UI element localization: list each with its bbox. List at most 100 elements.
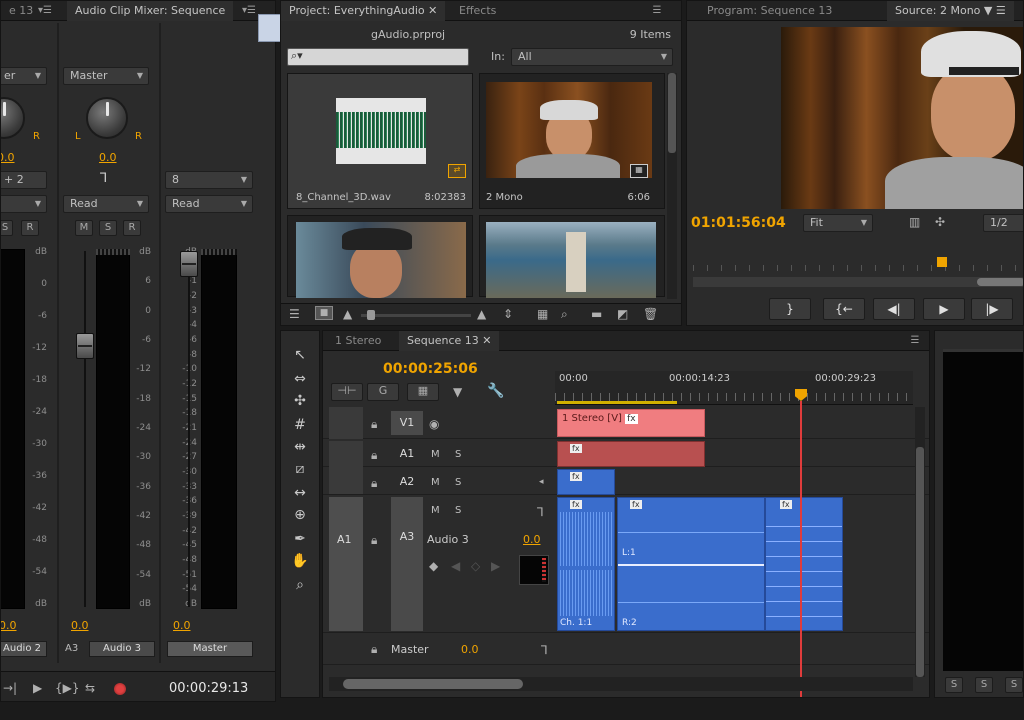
tab-audio-clip-mixer[interactable]: Audio Clip Mixer: Sequence — [67, 1, 234, 21]
track-volume-master[interactable]: 0.0 — [461, 643, 479, 656]
playhead-line[interactable] — [800, 401, 802, 697]
timeline-vscroll[interactable] — [915, 407, 925, 677]
razor-tool-icon[interactable]: ⧄ — [289, 459, 311, 479]
pan-value-1[interactable]: 0.0 — [1, 151, 15, 164]
rolling-edit-tool-icon[interactable]: # — [289, 415, 311, 435]
next-keyframe-icon[interactable]: ▶ — [491, 559, 500, 573]
eye-icon[interactable]: ◉ — [429, 417, 439, 431]
slide-tool-icon[interactable]: ⊕ — [289, 505, 311, 525]
slip-tool-icon[interactable]: ↔ — [289, 483, 311, 503]
pan-knob-1[interactable] — [1, 97, 25, 139]
pan-knob-2[interactable] — [86, 97, 128, 139]
tab-effects[interactable]: Effects — [451, 1, 504, 21]
master-channel-icon[interactable]: ⅂ — [541, 643, 548, 657]
ch2-volume-value[interactable]: 0.0 — [71, 619, 89, 632]
zoom-out-icon[interactable]: ▲ — [343, 307, 352, 321]
pan-value-2[interactable]: 0.0 — [99, 151, 117, 164]
clip-thumbnail-3[interactable] — [287, 215, 473, 298]
pen-tool-icon[interactable]: ✒ — [289, 529, 311, 549]
go-to-in-button[interactable]: {← — [823, 298, 865, 320]
ch2-volume-fader[interactable] — [76, 333, 94, 359]
source-patch-empty[interactable] — [329, 407, 363, 439]
track-label-v1[interactable]: V1 — [391, 411, 423, 435]
solo-button[interactable]: S — [455, 477, 461, 488]
play-in-to-out-icon[interactable]: {▶} — [55, 681, 80, 695]
clip-thumbnail-8ch[interactable]: ⇄ 8_Channel_3D.wav 8:02383 — [287, 73, 473, 209]
lock-icon[interactable]: 🔒︎ — [371, 417, 377, 432]
volume-rubberband[interactable] — [618, 564, 764, 566]
new-item-icon[interactable]: ◩ — [617, 307, 628, 321]
new-bin-icon[interactable]: ▬ — [591, 307, 602, 321]
ch2-record-button[interactable]: R — [123, 220, 141, 236]
mono-channel-icon[interactable]: ⅂ — [537, 505, 544, 519]
program-time-ruler[interactable] — [693, 255, 1023, 277]
track-select-tool-icon[interactable]: ⇔ — [289, 369, 311, 389]
keyframe-nav-icon[interactable]: ◂ — [539, 477, 544, 487]
tab-1-stereo[interactable]: 1 Stereo — [327, 331, 389, 351]
clip-thumbnail-2mono[interactable]: ▦ 2 Mono 6:06 — [479, 73, 665, 209]
snap-button[interactable]: ⊣⊢ — [331, 383, 363, 401]
delete-icon[interactable]: 🗑 — [643, 307, 658, 321]
tab-sequence-13[interactable]: Sequence 13 ✕ — [399, 331, 500, 351]
solo-button[interactable]: S — [975, 677, 993, 693]
track-label-a2[interactable]: A2 — [391, 473, 423, 491]
ch1-automation-dropdown[interactable]: ▼ — [1, 195, 47, 213]
program-timecode[interactable]: 01:01:56:04 — [691, 215, 786, 231]
record-icon[interactable] — [114, 683, 126, 695]
step-back-button[interactable]: ◀| — [873, 298, 915, 320]
mute-button[interactable]: M — [431, 477, 440, 488]
master-volume-fader[interactable] — [180, 251, 198, 277]
channel-name-audio3[interactable]: Audio 3 — [89, 641, 155, 657]
search-input[interactable]: ⌕▾ — [287, 48, 469, 66]
in-filter-dropdown[interactable]: All ▼ — [511, 48, 673, 66]
quality-dropdown[interactable]: 1/2 — [983, 214, 1023, 232]
mute-button[interactable]: M — [431, 505, 440, 516]
track-label-a1[interactable]: A1 — [391, 445, 423, 463]
audio-clip-a3-part1[interactable]: fx Ch. 1:1 — [557, 497, 615, 631]
zoom-tool-icon[interactable]: ⌕ — [289, 575, 311, 595]
play-button[interactable]: ▶ — [923, 298, 965, 320]
add-keyframe-icon[interactable]: ◆ — [429, 559, 438, 573]
tab-program[interactable]: Program: Sequence 13 — [699, 1, 840, 21]
clip-thumbnail-4[interactable] — [479, 215, 665, 298]
work-area-bar[interactable] — [557, 401, 677, 404]
loop-icon[interactable]: ⇆ — [85, 681, 95, 695]
ch1-volume-value[interactable]: 0.0 — [1, 619, 17, 632]
audio-clip-a2[interactable]: fx — [557, 469, 615, 495]
panel-menu-icon[interactable]: ☰ — [907, 335, 923, 347]
list-view-icon[interactable]: ☰ — [289, 307, 300, 321]
timeline-hscroll[interactable] — [329, 677, 913, 691]
channel-name-audio2[interactable]: Audio 2 — [1, 641, 47, 657]
sequence-timecode[interactable]: 00:00:25:06 — [383, 361, 478, 377]
ripple-edit-tool-icon[interactable]: ✣ — [289, 391, 311, 411]
program-playhead[interactable] — [937, 257, 947, 267]
ch2-route-dropdown[interactable]: Master ▼ — [63, 67, 149, 85]
tab-project[interactable]: Project: EverythingAudio ✕ — [281, 1, 446, 21]
solo-button[interactable]: S — [455, 449, 461, 460]
find-icon[interactable]: ⌕ — [561, 307, 568, 322]
lock-icon[interactable]: 🔒︎ — [371, 476, 377, 491]
ch3-automation-dropdown[interactable]: Read ▼ — [165, 195, 253, 213]
solo-button[interactable]: S — [1005, 677, 1023, 693]
solo-button[interactable]: S — [455, 505, 461, 516]
zoom-slider[interactable] — [361, 310, 471, 320]
panel-menu-icon[interactable]: ☰ — [649, 5, 665, 17]
master-volume-value[interactable]: 0.0 — [173, 619, 191, 632]
ch1-solo-button[interactable]: S — [1, 220, 13, 236]
icon-view-icon[interactable]: ■ — [315, 306, 333, 320]
selection-tool-icon[interactable]: ↖ — [289, 345, 311, 365]
settings-wrench-icon[interactable]: ✣ — [935, 215, 945, 229]
video-clip-1-stereo[interactable]: 1 Stereo [V] fx — [557, 409, 705, 437]
zoom-in-icon[interactable]: ▲ — [477, 307, 486, 321]
linked-selection-button[interactable]: G — [367, 383, 399, 401]
mute-button[interactable]: M — [431, 449, 440, 460]
keyframe-icon[interactable]: ◇ — [471, 559, 480, 573]
track-label-a3[interactable]: A3 — [391, 497, 423, 631]
ch3-route-dropdown[interactable]: 8 ▼ — [165, 171, 253, 189]
ch1-record-button[interactable]: R — [21, 220, 39, 236]
play-icon[interactable]: ▶ — [33, 681, 42, 695]
project-scrollbar[interactable] — [667, 73, 677, 299]
panel-menu-icon[interactable]: ▾☰ — [241, 5, 257, 17]
add-marker-button[interactable]: ▦ — [407, 383, 439, 401]
solo-button[interactable]: S — [945, 677, 963, 693]
